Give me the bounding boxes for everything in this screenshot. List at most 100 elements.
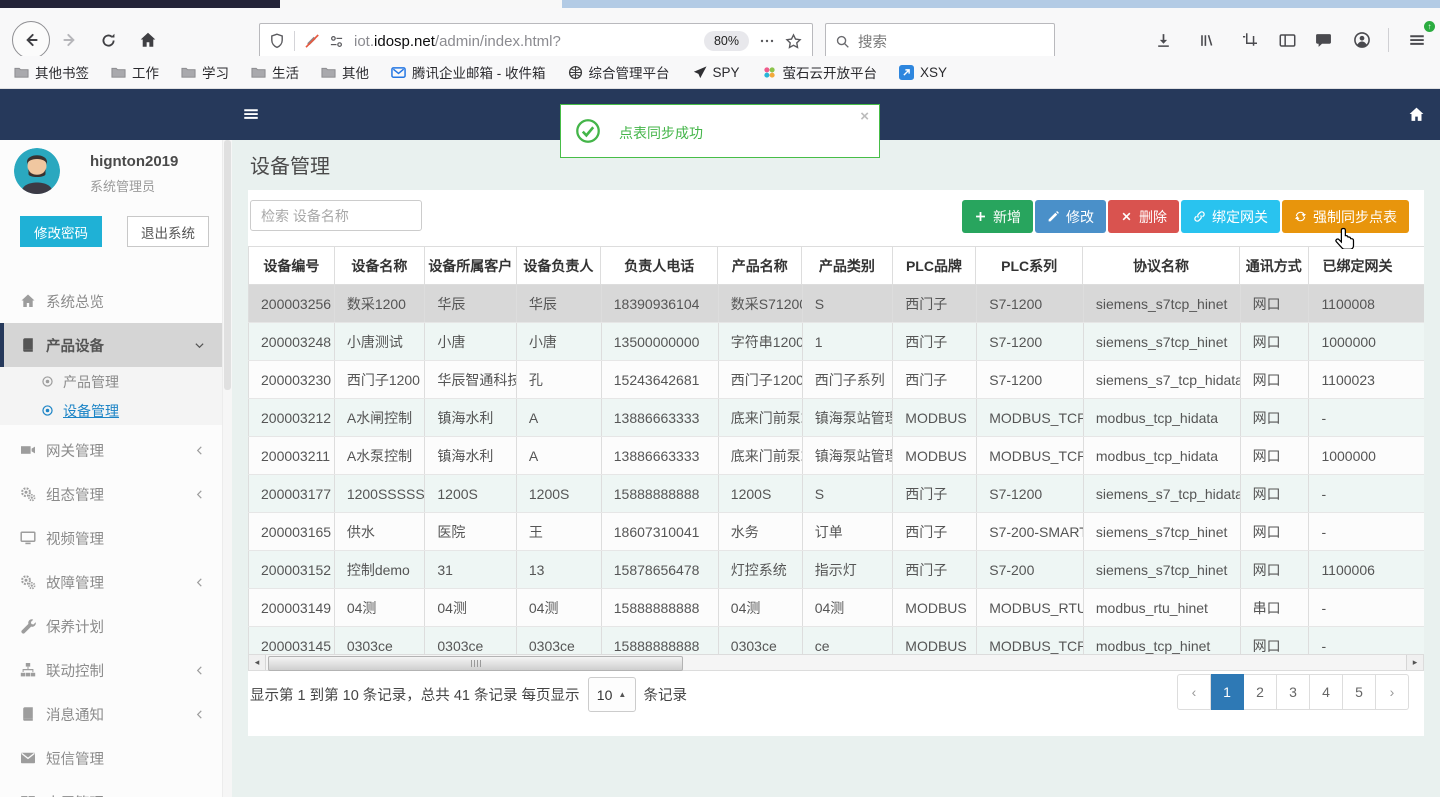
delete-button[interactable]: 删除	[1108, 200, 1179, 233]
bookmark-item[interactable]: 工作	[111, 62, 159, 82]
sidebar-item-10[interactable]: 短信管理	[0, 736, 222, 780]
page-button-1[interactable]: 1	[1211, 674, 1244, 710]
blocked-pencil-icon[interactable]	[304, 33, 320, 49]
sidebar-item-7[interactable]: 保养计划	[0, 604, 222, 648]
add-button[interactable]: 新增	[962, 200, 1033, 233]
column-header[interactable]: 产品名称	[718, 247, 803, 285]
column-header[interactable]: 设备名称	[334, 247, 426, 285]
sidebar-item-9[interactable]: 消息通知	[0, 692, 222, 736]
logout-button[interactable]: 退出系统	[127, 216, 209, 247]
bookmark-item[interactable]: 腾讯企业邮箱 - 收件箱	[391, 62, 546, 82]
reload-button[interactable]	[90, 22, 126, 58]
column-header[interactable]: 设备所属客户	[425, 247, 517, 285]
shield-icon[interactable]	[269, 33, 285, 49]
sidebar-item-3[interactable]: 网关管理	[0, 428, 222, 472]
page-actions-icon[interactable]	[759, 33, 775, 49]
table-row[interactable]: 200003248 小唐测试 小唐 小唐 13500000000 字符串1200 1 西门子 S…	[248, 323, 1424, 361]
downloads-button[interactable]	[1146, 23, 1180, 57]
chevron-left-icon	[193, 664, 206, 677]
bookmark-item[interactable]: 其他书签	[14, 62, 89, 82]
table-row[interactable]: 200003212A水闸控制镇海水利A13886663333底来门前泵站镇海泵站…	[248, 399, 1424, 437]
sidebar-item-11[interactable]: 大屏管理	[0, 780, 222, 797]
sidebar-item-8[interactable]: 联动控制	[0, 648, 222, 692]
bookmark-item[interactable]: SPY	[692, 65, 740, 80]
table-row[interactable]: 200003149 04测 04测 04测 15888888888 04测 04测 MODBU…	[248, 589, 1424, 627]
bookmark-item[interactable]: XSY	[899, 64, 947, 80]
divider	[294, 31, 295, 51]
horizontal-scrollbar[interactable]: ◂ ▸	[248, 654, 1424, 671]
app-home-button[interactable]	[1408, 106, 1425, 123]
sidebar-item-2[interactable]: 产品设备	[0, 323, 222, 367]
bookmark-item[interactable]: 综合管理平台	[568, 62, 670, 82]
table-cell: 镇海水利	[425, 399, 517, 436]
column-header[interactable]: 设备编号	[248, 247, 335, 285]
sidebar-subitem[interactable]: 设备管理	[0, 396, 222, 425]
screenshot-button[interactable]	[1233, 23, 1267, 57]
table-cell: 1100006	[1309, 551, 1424, 588]
browser-home-button[interactable]	[130, 22, 166, 58]
back-button[interactable]	[12, 21, 50, 59]
column-header[interactable]: 负责人电话	[601, 247, 719, 285]
edit-button[interactable]: 修改	[1035, 200, 1106, 233]
scrollbar-thumb[interactable]	[224, 140, 231, 390]
column-header[interactable]: PLC品牌	[892, 247, 977, 285]
table-cell: 西门子系列	[803, 361, 894, 398]
next-page-button[interactable]: ›	[1376, 674, 1409, 710]
toast-close-icon[interactable]: ×	[860, 108, 869, 125]
library-button[interactable]	[1189, 23, 1223, 57]
sidebar-scrollbar[interactable]	[222, 140, 232, 797]
messages-button[interactable]	[1306, 23, 1340, 57]
table-cell: 网口	[1241, 399, 1310, 436]
column-header[interactable]: 产品类别	[802, 247, 893, 285]
success-check-icon	[575, 118, 601, 144]
bookmark-item[interactable]: 生活	[251, 62, 299, 82]
sidebar-toggle-button[interactable]	[242, 105, 260, 123]
browser-search-input[interactable]: 搜索	[825, 23, 1055, 59]
page-size-select[interactable]: 10 ▲	[587, 677, 636, 712]
table-row[interactable]: 200003256 数采1200 华辰 华辰 18390936104 数采S71200 S 西…	[248, 285, 1424, 323]
column-header[interactable]: PLC系列	[976, 247, 1083, 285]
bookmark-star-icon[interactable]	[785, 32, 802, 50]
table-row[interactable]: 200003230 西门子1200 华辰智通科技孔 15243642681 西门子120…	[248, 361, 1424, 399]
table-cell: 13886663333	[602, 399, 719, 436]
bind-gateway-button[interactable]: 绑定网关	[1181, 200, 1280, 233]
device-search-input[interactable]	[250, 200, 422, 231]
column-header[interactable]: 通讯方式	[1239, 247, 1309, 285]
sidebar-item-4[interactable]: 组态管理	[0, 472, 222, 516]
table-row[interactable]: 200003211A水泵控制镇海水利A13886663333底来门前泵站镇海泵站…	[248, 437, 1424, 475]
forward-button[interactable]	[52, 22, 88, 58]
url-bar[interactable]: iot.idosp.net/admin/index.html? 80%	[259, 23, 813, 59]
main-content: 设备管理 新增 修改 删除 绑定网关 强制同步点表 设备编号设备名称设备所属客户设备负责…	[232, 140, 1440, 797]
column-header[interactable]: 已绑定网关	[1308, 247, 1424, 285]
table-cell: MODBUS_RTU	[977, 589, 1084, 626]
prev-page-button[interactable]: ‹	[1177, 674, 1211, 710]
permissions-icon[interactable]	[329, 34, 344, 49]
bookmark-item[interactable]: 其他	[321, 62, 369, 82]
sidebar-subitem[interactable]: 产品管理	[0, 367, 222, 396]
page-button-5[interactable]: 5	[1343, 674, 1376, 710]
sidebar-panel-button[interactable]	[1270, 23, 1304, 57]
bookmark-item[interactable]: 学习	[181, 62, 229, 82]
page-button-3[interactable]: 3	[1277, 674, 1310, 710]
sidebar-item-5[interactable]: 视频管理	[0, 516, 222, 560]
avatar[interactable]	[14, 148, 60, 194]
sidebar-item-1[interactable]: 系统总览	[0, 279, 222, 323]
bookmark-item[interactable]: 萤石云开放平台	[762, 62, 877, 82]
column-header[interactable]: 协议名称	[1082, 247, 1240, 285]
page-button-4[interactable]: 4	[1310, 674, 1343, 710]
bookmark-label: SPY	[712, 64, 740, 80]
force-sync-button[interactable]: 强制同步点表	[1282, 200, 1409, 233]
table-row[interactable]: 200003165 供水 医院王 18607310041 水务 订单 西门子 S7-200-S…	[248, 513, 1424, 551]
page-button-2[interactable]: 2	[1244, 674, 1277, 710]
column-header[interactable]: 设备负责人	[516, 247, 602, 285]
scroll-right-arrow[interactable]: ▸	[1406, 655, 1423, 670]
change-password-button[interactable]: 修改密码	[20, 216, 102, 247]
scrollbar-thumb[interactable]	[268, 656, 683, 671]
zoom-level-badge[interactable]: 80%	[703, 31, 749, 51]
table-row[interactable]: 200003177 1200SSSSSS 1200S 1200S 15888888888…	[248, 475, 1424, 513]
table-cell: 200003149	[248, 589, 335, 626]
sidebar-item-6[interactable]: 故障管理	[0, 560, 222, 604]
account-button[interactable]	[1345, 23, 1379, 57]
scroll-left-arrow[interactable]: ◂	[249, 655, 266, 670]
table-row[interactable]: 200003152 控制demo 31 13 15878656478 灯控系统 指示灯 西门子…	[248, 551, 1424, 589]
